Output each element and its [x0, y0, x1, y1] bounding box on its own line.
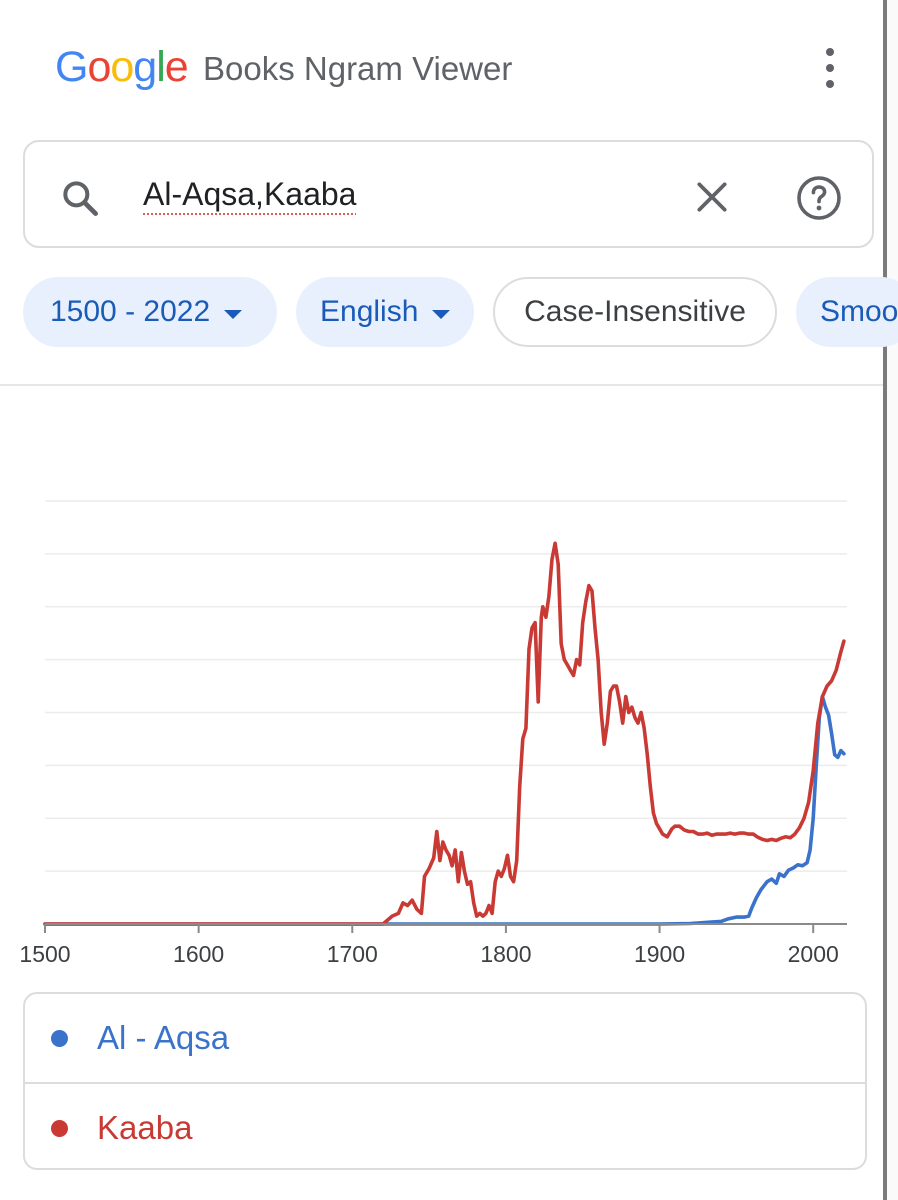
divider	[0, 384, 883, 386]
case-chip[interactable]: Case-Insensitive	[493, 277, 777, 347]
help-icon[interactable]	[795, 174, 843, 222]
x-tick-label: 1600	[173, 941, 224, 967]
legend-item[interactable]: Al - Aqsa	[25, 994, 865, 1082]
series-line	[43, 694, 846, 926]
smoothing-label: Smoo	[820, 295, 898, 328]
date-range-label: 1500 - 2022	[50, 295, 211, 328]
legend-dot-icon	[51, 1029, 68, 1047]
logo-letter: l	[156, 43, 166, 91]
logo-letter: o	[87, 43, 111, 91]
caret-down-icon	[224, 309, 243, 319]
logo-letter: o	[110, 43, 134, 91]
more-vert-icon[interactable]	[814, 44, 846, 92]
edge-strip	[887, 0, 898, 1200]
ngram-chart: 1500 1600 1700 1800 1900 2000	[19, 500, 847, 967]
x-tick-label: 2000	[788, 941, 839, 967]
close-icon[interactable]	[693, 178, 731, 216]
date-range-chip[interactable]: 1500 - 2022	[23, 277, 277, 347]
caret-down-icon	[432, 309, 451, 319]
google-logo: Google	[55, 40, 189, 94]
x-tick-label: 1900	[634, 941, 685, 967]
smoothing-chip[interactable]: Smoo	[796, 277, 898, 347]
logo-letter: G	[55, 43, 88, 91]
app-title: Books Ngram Viewer	[203, 50, 513, 87]
search-bar[interactable]: Al-Aqsa,Kaaba	[23, 140, 874, 248]
legend-dot-icon	[51, 1119, 68, 1137]
search-input[interactable]: Al-Aqsa,Kaaba	[143, 174, 356, 214]
language-chip[interactable]: English	[296, 277, 474, 347]
logo-letter: e	[164, 43, 189, 91]
language-label: English	[320, 295, 419, 328]
x-tick-label: 1700	[327, 941, 378, 967]
legend-label: Al - Aqsa	[97, 1019, 230, 1056]
series-line	[43, 541, 846, 926]
case-label: Case-Insensitive	[524, 295, 746, 328]
x-tick-label: 1800	[480, 941, 531, 967]
legend: Al - Aqsa Kaaba	[23, 992, 867, 1170]
x-tick-label: 1500	[19, 941, 70, 967]
legend-item[interactable]: Kaaba	[25, 1082, 865, 1168]
legend-label: Kaaba	[97, 1109, 193, 1146]
search-icon[interactable]	[58, 176, 102, 220]
logo-letter: g	[133, 43, 157, 91]
